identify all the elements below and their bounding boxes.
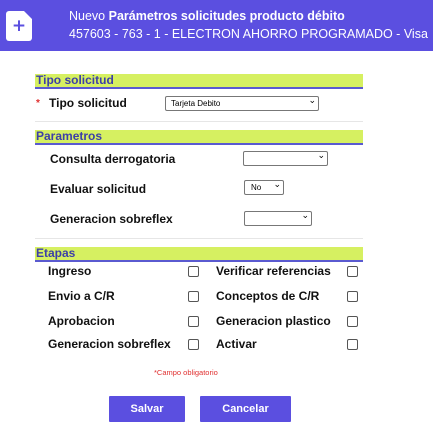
evaluar-solicitud-select[interactable]: No ⌄ (244, 180, 284, 195)
cancel-button[interactable]: Cancelar (200, 396, 291, 422)
etapa-label: Ingreso (48, 264, 92, 278)
required-mark: * (36, 98, 40, 109)
tipo-solicitud-select[interactable]: Tarjeta Debito ⌄ (165, 96, 319, 111)
divider (35, 238, 363, 239)
etapa-checkbox[interactable] (188, 266, 199, 277)
etapa-label: Generacion sobreflex (48, 337, 171, 351)
chevron-down-icon: ⌄ (301, 211, 309, 221)
section-etapas: Etapas (35, 246, 363, 262)
chevron-down-icon: ⌄ (308, 96, 316, 106)
required-note: *Campo obligatorio (154, 368, 218, 377)
param-label: Generacion sobreflex (50, 212, 173, 226)
section-title: Etapas (36, 246, 76, 260)
title-bold: Parámetros solicitudes producto débito (108, 9, 345, 23)
save-button[interactable]: Salvar (109, 396, 185, 422)
section-parametros: Parametros (35, 129, 363, 145)
section-tipo-solicitud: Tipo solicitud (35, 73, 363, 89)
generacion-sobreflex-select[interactable]: ⌄ (244, 211, 312, 226)
etapa-checkbox[interactable] (347, 266, 358, 277)
select-value: Tarjeta Debito (171, 99, 221, 108)
dialog-subtitle: 457603 - 763 - 1 - ELECTRON AHORRO PROGR… (69, 27, 428, 41)
etapa-checkbox[interactable] (347, 291, 358, 302)
etapa-label: Activar (216, 337, 257, 351)
select-value: No (251, 183, 262, 192)
divider (35, 121, 363, 122)
section-title: Parametros (36, 129, 103, 143)
etapa-label: Envio a C/R (48, 289, 115, 303)
consulta-derrogatoria-select[interactable]: ⌄ (243, 151, 328, 166)
title-prefix: Nuevo (69, 9, 106, 23)
etapa-label: Conceptos de C/R (216, 289, 320, 303)
etapa-label: Verificar referencias (216, 264, 331, 278)
param-label: Evaluar solicitud (50, 182, 147, 196)
new-document-icon: + (6, 11, 32, 41)
tipo-solicitud-label: Tipo solicitud (49, 96, 127, 110)
etapa-checkbox[interactable] (188, 316, 199, 327)
chevron-down-icon: ⌄ (317, 151, 325, 161)
section-title: Tipo solicitud (36, 73, 114, 87)
dialog-header: + Nuevo Parámetros solicitudes producto … (0, 0, 433, 51)
param-label: Consulta derrogatoria (50, 152, 176, 166)
etapa-label: Aprobacion (48, 314, 115, 328)
etapa-checkbox[interactable] (188, 339, 199, 350)
etapa-checkbox[interactable] (347, 339, 358, 350)
etapa-checkbox[interactable] (188, 291, 199, 302)
chevron-down-icon: ⌄ (273, 180, 281, 190)
etapa-label: Generacion plastico (216, 314, 331, 328)
etapa-checkbox[interactable] (347, 316, 358, 327)
dialog-title: Nuevo Parámetros solicitudes producto dé… (69, 9, 345, 23)
